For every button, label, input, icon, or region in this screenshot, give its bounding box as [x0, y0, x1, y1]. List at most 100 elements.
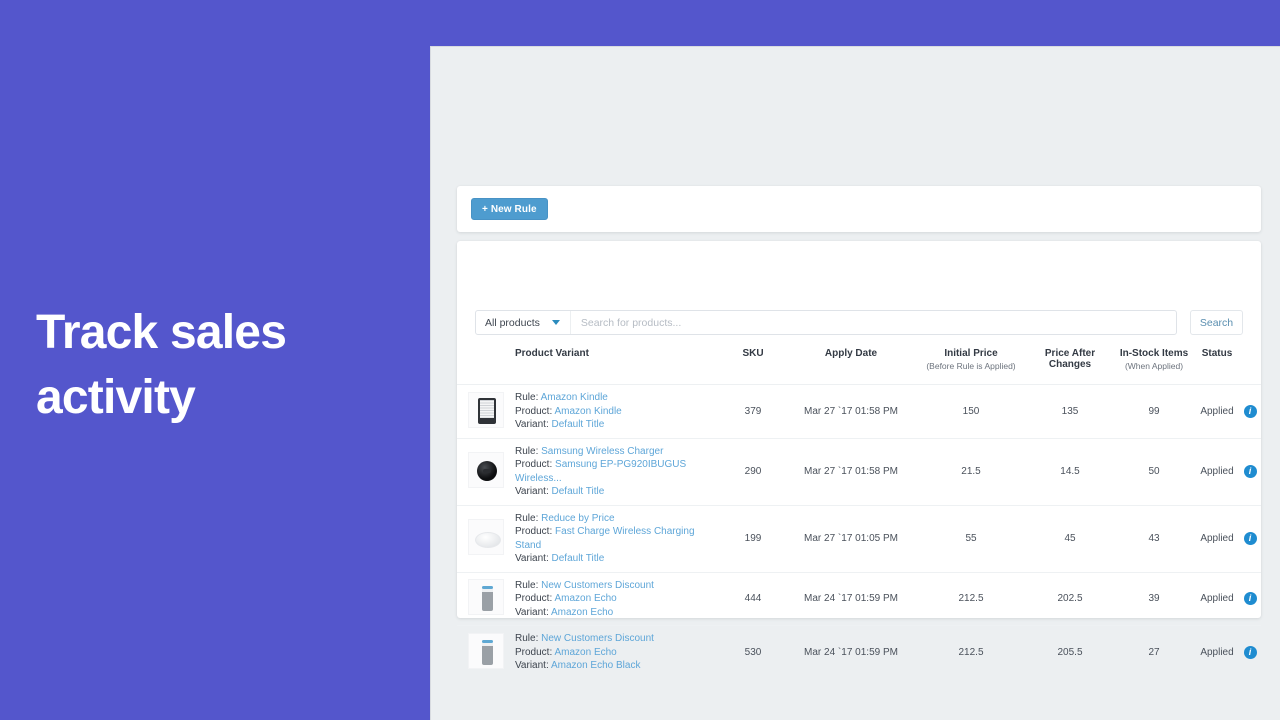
new-rule-button[interactable]: + New Rule: [471, 198, 548, 220]
table-row[interactable]: Rule: New Customers Discount Product: Am…: [457, 572, 1261, 626]
row-info-cell: Rule: Samsung Wireless Charger Product: …: [515, 438, 719, 505]
row-price-after: 135: [1027, 385, 1113, 439]
table-row[interactable]: Rule: Samsung Wireless Charger Product: …: [457, 438, 1261, 505]
kindle-thumbnail: [468, 392, 504, 428]
row-status: Applied: [1195, 438, 1239, 505]
row-apply-date: Mar 27 `17 01:58 PM: [787, 438, 915, 505]
variant-label: Variant:: [515, 607, 549, 618]
row-in-stock: 39: [1113, 572, 1195, 626]
row-apply-date: Mar 24 `17 01:59 PM: [787, 626, 915, 679]
product-link[interactable]: Amazon Echo: [554, 593, 616, 604]
search-shell: All products: [475, 310, 1177, 335]
table-header: Product Variant SKU Apply Date Initial P…: [457, 348, 1261, 385]
variant-label: Variant:: [515, 486, 549, 497]
echo-thumbnail: [468, 579, 504, 615]
charging-stand-thumbnail: [468, 519, 504, 555]
variant-link[interactable]: Default Title: [552, 553, 605, 564]
column-initial-price-sub: (Before Rule is Applied): [915, 361, 1027, 371]
info-icon[interactable]: i: [1244, 592, 1257, 605]
rule-label: Rule:: [515, 633, 538, 644]
rule-label: Rule:: [515, 446, 538, 457]
variant-label: Variant:: [515, 419, 549, 430]
table-row[interactable]: Rule: New Customers Discount Product: Am…: [457, 626, 1261, 679]
product-link[interactable]: Amazon Echo: [554, 647, 616, 658]
row-thumbnail-cell: [457, 385, 515, 439]
rule-link[interactable]: Reduce by Price: [541, 513, 614, 524]
search-input[interactable]: [571, 311, 1176, 334]
row-in-stock: 99: [1113, 385, 1195, 439]
rule-link[interactable]: New Customers Discount: [541, 580, 654, 591]
row-thumbnail-cell: [457, 505, 515, 572]
status-badge: Applied: [1200, 593, 1233, 604]
row-info-icon-cell: i: [1239, 385, 1261, 439]
table-row[interactable]: Rule: Amazon Kindle Product: Amazon Kind…: [457, 385, 1261, 439]
row-info-icon-cell: i: [1239, 626, 1261, 679]
row-info-icon-cell: i: [1239, 572, 1261, 626]
column-price-after-changes: Price After Changes: [1027, 348, 1113, 385]
info-icon[interactable]: i: [1244, 405, 1257, 418]
variant-link[interactable]: Default Title: [552, 419, 605, 430]
row-price-after: 14.5: [1027, 438, 1113, 505]
variant-link[interactable]: Amazon Echo: [551, 607, 613, 618]
chevron-down-icon: [552, 320, 560, 325]
column-apply-date: Apply Date: [787, 348, 915, 385]
product-label: Product:: [515, 647, 552, 658]
row-in-stock: 27: [1113, 626, 1195, 679]
column-info: [1239, 348, 1261, 385]
row-info-icon-cell: i: [1239, 438, 1261, 505]
row-sku: 530: [719, 626, 787, 679]
row-initial-price: 212.5: [915, 626, 1027, 679]
product-label: Product:: [515, 526, 552, 537]
row-apply-date: Mar 24 `17 01:59 PM: [787, 572, 915, 626]
info-icon[interactable]: i: [1244, 465, 1257, 478]
column-status: Status: [1195, 348, 1239, 385]
product-label: Product:: [515, 459, 552, 470]
rule-link[interactable]: Samsung Wireless Charger: [541, 446, 663, 457]
row-initial-price: 55: [915, 505, 1027, 572]
row-initial-price: 21.5: [915, 438, 1027, 505]
app-viewport: + New Rule All products Search: [430, 46, 1280, 720]
product-label: Product:: [515, 406, 552, 417]
row-status: Applied: [1195, 505, 1239, 572]
info-icon[interactable]: i: [1244, 646, 1257, 659]
product-filter-select[interactable]: All products: [476, 311, 571, 334]
row-thumbnail-cell: [457, 572, 515, 626]
rule-label: Rule:: [515, 392, 538, 403]
variant-label: Variant:: [515, 553, 549, 564]
column-in-stock-sub: (When Applied): [1113, 361, 1195, 371]
row-info-cell: Rule: Amazon Kindle Product: Amazon Kind…: [515, 385, 719, 439]
column-sku: SKU: [719, 348, 787, 385]
row-sku: 379: [719, 385, 787, 439]
rule-link[interactable]: Amazon Kindle: [541, 392, 608, 403]
info-icon[interactable]: i: [1244, 532, 1257, 545]
row-sku: 290: [719, 438, 787, 505]
row-in-stock: 43: [1113, 505, 1195, 572]
row-initial-price: 212.5: [915, 572, 1027, 626]
variant-link[interactable]: Amazon Echo Black: [551, 660, 641, 671]
column-thumbnail: [457, 348, 515, 385]
row-thumbnail-cell: [457, 626, 515, 679]
variant-link[interactable]: Default Title: [552, 486, 605, 497]
price-rules-card: All products Search Pr: [457, 241, 1261, 618]
status-badge: Applied: [1200, 533, 1233, 544]
table-row[interactable]: Rule: Reduce by Price Product: Fast Char…: [457, 505, 1261, 572]
row-status: Applied: [1195, 626, 1239, 679]
column-product-variant: Product Variant: [515, 348, 719, 385]
toolbar-card: + New Rule: [457, 186, 1261, 232]
status-badge: Applied: [1200, 466, 1233, 477]
product-link[interactable]: Amazon Kindle: [554, 406, 621, 417]
row-price-after: 45: [1027, 505, 1113, 572]
row-price-after: 205.5: [1027, 626, 1113, 679]
row-sku: 199: [719, 505, 787, 572]
rule-label: Rule:: [515, 513, 538, 524]
row-info-icon-cell: i: [1239, 505, 1261, 572]
page-title: Track sales activity: [36, 300, 396, 431]
search-button[interactable]: Search: [1190, 310, 1243, 335]
screenshot-root: Track sales activity + New Rule All prod…: [0, 0, 1280, 720]
row-info-cell: Rule: New Customers Discount Product: Am…: [515, 626, 719, 679]
rule-link[interactable]: New Customers Discount: [541, 633, 654, 644]
row-price-after: 202.5: [1027, 572, 1113, 626]
row-info-cell: Rule: New Customers Discount Product: Am…: [515, 572, 719, 626]
table-body: Rule: Amazon Kindle Product: Amazon Kind…: [457, 385, 1261, 679]
price-rules-table: Product Variant SKU Apply Date Initial P…: [457, 348, 1261, 679]
